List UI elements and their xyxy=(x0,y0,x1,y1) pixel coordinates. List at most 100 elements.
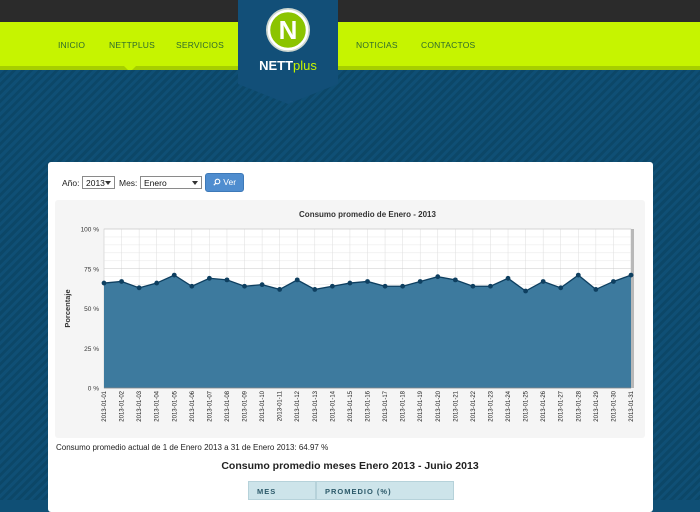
x-tick-label: 2013-01-04 xyxy=(155,390,161,421)
data-point xyxy=(259,282,265,288)
x-tick-label: 2013-01-28 xyxy=(576,390,582,421)
y-tick-label: 0 % xyxy=(88,386,99,393)
x-tick-label: 2013-01-19 xyxy=(418,390,424,421)
data-point xyxy=(575,272,581,278)
x-tick-label: 2013-01-21 xyxy=(453,390,459,421)
x-tick-label: 2013-01-24 xyxy=(506,390,512,421)
monthly-table-header: MES PROMEDIO (%) xyxy=(248,481,454,500)
data-point xyxy=(136,285,142,291)
data-point xyxy=(329,283,335,289)
data-point xyxy=(154,280,160,286)
data-point xyxy=(611,279,616,284)
data-point xyxy=(365,279,370,284)
year-select[interactable]: 2013 xyxy=(82,176,115,189)
consumption-chart: Consumo promedio de Enero - 2013 0 % 25 % 5… xyxy=(63,210,635,422)
data-point xyxy=(417,279,423,284)
data-point xyxy=(435,274,441,280)
year-select-value: 2013 xyxy=(86,178,105,188)
x-tick-label: 2013-01-09 xyxy=(243,390,249,421)
logo-letter: N xyxy=(279,15,298,45)
data-point xyxy=(294,277,300,283)
nav-item-contactos[interactable]: CONTACTOS xyxy=(421,40,475,50)
year-label: Año: xyxy=(62,178,80,188)
data-point xyxy=(558,285,564,291)
y-tick-label: 50 % xyxy=(84,306,99,313)
brand-name-part1: NETT xyxy=(259,58,293,73)
data-point xyxy=(189,283,195,289)
data-point xyxy=(347,280,353,286)
data-point xyxy=(119,279,124,284)
x-tick-label: 2013-01-18 xyxy=(401,390,407,421)
x-tick-label: 2013-01-30 xyxy=(611,390,617,421)
chevron-down-icon xyxy=(105,181,111,185)
y-tick-label: 25 % xyxy=(84,346,99,353)
x-tick-label: 2013-01-11 xyxy=(278,390,284,421)
x-tick-label: 2013-01-22 xyxy=(471,390,477,421)
brand-name-part2: plus xyxy=(293,58,317,73)
plot-right-edge xyxy=(631,229,634,388)
top-bar xyxy=(0,0,700,22)
nav-item-noticias[interactable]: NOTICIAS xyxy=(356,40,398,50)
search-icon xyxy=(213,178,221,186)
data-point xyxy=(242,283,247,289)
column-header-mes[interactable]: MES xyxy=(248,481,316,500)
series-area xyxy=(104,275,631,388)
x-tick-label: 2013-01-25 xyxy=(524,390,530,421)
data-point xyxy=(101,280,107,286)
month-select-value: Enero xyxy=(144,178,167,188)
x-tick-label: 2013-01-12 xyxy=(295,390,301,421)
x-tick-label: 2013-01-13 xyxy=(313,390,319,421)
column-header-promedio[interactable]: PROMEDIO (%) xyxy=(316,481,454,500)
view-button-label: Ver xyxy=(223,177,237,187)
data-point xyxy=(400,283,406,289)
nav-item-servicios[interactable]: SERVICIOS xyxy=(176,40,224,50)
x-tick-label: 2013-01-20 xyxy=(436,390,442,421)
data-point xyxy=(312,287,318,292)
data-point xyxy=(452,277,458,283)
brand-logo[interactable]: N NETTplus xyxy=(238,0,338,104)
x-tick-label: 2013-01-10 xyxy=(260,390,266,421)
x-tick-label: 2013-01-26 xyxy=(541,390,547,421)
x-tick-label: 2013-01-15 xyxy=(348,390,354,421)
view-button[interactable]: Ver xyxy=(205,173,244,192)
x-tick-label: 2013-01-14 xyxy=(330,390,336,421)
data-point xyxy=(207,275,212,281)
monthly-title: Consumo promedio meses Enero 2013 - Juni… xyxy=(221,460,479,472)
navigation-bar xyxy=(0,22,700,70)
data-point xyxy=(523,288,528,294)
y-tick-label: 100 % xyxy=(81,227,100,234)
x-tick-label: 2013-01-27 xyxy=(559,390,565,421)
x-tick-label: 2013-01-03 xyxy=(137,390,143,421)
data-point xyxy=(277,287,283,292)
data-point xyxy=(505,275,511,281)
brand-name: NETTplus xyxy=(259,58,317,73)
nav-item-nettplus[interactable]: NETTPLUS xyxy=(109,40,155,50)
data-point xyxy=(382,283,388,289)
month-label: Mes: xyxy=(119,178,138,188)
x-tick-label: 2013-01-16 xyxy=(366,390,372,421)
average-summary: Consumo promedio actual de 1 de Enero 20… xyxy=(56,443,329,452)
data-point xyxy=(224,277,230,283)
y-axis-label: Porcentaje xyxy=(63,289,72,327)
y-tick-label: 75 % xyxy=(84,266,99,273)
month-select[interactable]: Enero xyxy=(140,176,202,189)
x-tick-label: 2013-01-02 xyxy=(120,390,126,421)
x-tick-label: 2013-01-29 xyxy=(594,390,600,421)
x-tick-label: 2013-01-31 xyxy=(629,390,635,421)
chart-title: Consumo promedio de Enero - 2013 xyxy=(299,210,436,219)
data-point xyxy=(593,287,599,292)
x-tick-label: 2013-01-07 xyxy=(207,390,213,421)
nav-item-inicio[interactable]: INICIO xyxy=(58,40,85,50)
data-point xyxy=(628,272,634,278)
x-tick-label: 2013-01-08 xyxy=(225,390,231,421)
x-tick-label: 2013-01-01 xyxy=(102,390,108,421)
data-point xyxy=(171,272,177,278)
data-point xyxy=(488,283,493,289)
x-tick-label: 2013-01-23 xyxy=(488,390,494,421)
data-point xyxy=(470,283,476,289)
data-point xyxy=(540,279,546,284)
chevron-down-icon xyxy=(192,181,198,185)
x-tick-label: 2013-01-05 xyxy=(172,390,178,421)
x-tick-label: 2013-01-17 xyxy=(383,390,389,421)
x-tick-label: 2013-01-06 xyxy=(190,390,196,421)
